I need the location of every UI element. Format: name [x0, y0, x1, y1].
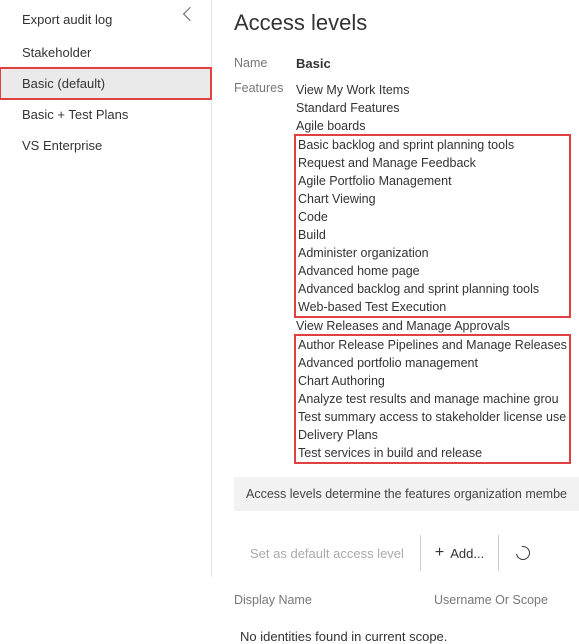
feature-item: Analyze test results and manage machine … [298, 390, 567, 408]
name-row: Name Basic [234, 56, 579, 71]
add-label: Add... [450, 546, 484, 561]
name-key: Name [234, 56, 296, 71]
feature-item: Advanced backlog and sprint planning too… [298, 280, 567, 298]
plus-icon: + [435, 544, 444, 562]
col-username: Username Or Scope [434, 593, 548, 607]
feature-item: Test services in build and release [298, 444, 567, 462]
features-row: Features View My Work Items Standard Fea… [234, 81, 579, 463]
feature-item: Standard Features [296, 99, 569, 117]
feature-item: Advanced portfolio management [298, 354, 567, 372]
feature-item: Author Release Pipelines and Manage Rele… [298, 336, 567, 354]
set-default-button: Set as default access level [234, 535, 420, 571]
level-basic[interactable]: Basic (default) [0, 68, 211, 99]
feature-item: Agile boards [296, 117, 569, 135]
refresh-icon [513, 543, 532, 562]
chevron-left-icon [183, 6, 197, 20]
feature-item: Test summary access to stakeholder licen… [298, 408, 567, 426]
feature-item: Administer organization [298, 244, 567, 262]
feature-highlight-group: Author Release Pipelines and Manage Rele… [294, 334, 571, 464]
export-audit-log[interactable]: Export audit log [0, 6, 211, 37]
feature-item: Request and Manage Feedback [298, 154, 567, 172]
page-title: Access levels [234, 10, 579, 36]
export-label: Export audit log [22, 12, 185, 27]
empty-message: No identities found in current scope. [234, 629, 579, 644]
info-bar: Access levels determine the features org… [234, 477, 579, 511]
toolbar: Set as default access level + Add... [234, 535, 579, 571]
sidebar: Export audit log Stakeholder Basic (defa… [0, 0, 212, 577]
level-basic-test-plans[interactable]: Basic + Test Plans [0, 99, 211, 130]
feature-item: Chart Viewing [298, 190, 567, 208]
feature-item: Chart Authoring [298, 372, 567, 390]
feature-item: Agile Portfolio Management [298, 172, 567, 190]
feature-item: View Releases and Manage Approvals [296, 317, 569, 335]
name-value: Basic [296, 56, 331, 71]
level-stakeholder[interactable]: Stakeholder [0, 37, 211, 68]
feature-item: Web-based Test Execution [298, 298, 567, 316]
level-vs-enterprise[interactable]: VS Enterprise [0, 130, 211, 161]
feature-item: Advanced home page [298, 262, 567, 280]
feature-item: View My Work Items [296, 81, 569, 99]
features-key: Features [234, 81, 296, 463]
columns-header: Display Name Username Or Scope [234, 593, 579, 607]
feature-item: Basic backlog and sprint planning tools [298, 136, 567, 154]
feature-item: Code [298, 208, 567, 226]
feature-item: Delivery Plans [298, 426, 567, 444]
feature-item: Build [298, 226, 567, 244]
add-button[interactable]: + Add... [420, 535, 499, 571]
features-list: View My Work Items Standard Features Agi… [296, 81, 569, 463]
feature-highlight-group: Basic backlog and sprint planning tools … [294, 134, 571, 318]
refresh-button[interactable] [499, 535, 547, 571]
main-panel: Access levels Name Basic Features View M… [212, 0, 579, 577]
col-display-name: Display Name [234, 593, 434, 607]
